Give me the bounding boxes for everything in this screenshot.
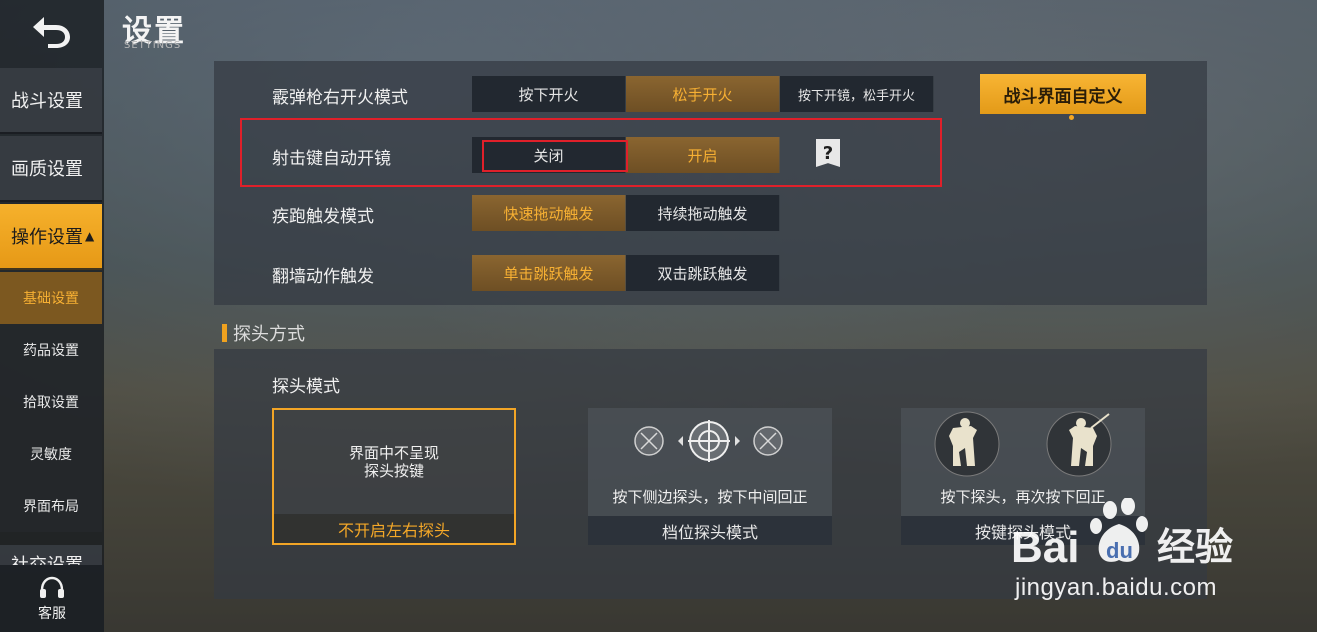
peek-card-name: 档位探头模式 [588, 516, 832, 545]
option-hold-drag[interactable]: 持续拖动触发 [626, 195, 780, 231]
sidebar-item-label: 操作设置 [11, 227, 83, 248]
customize-combat-ui-button[interactable]: 战斗界面自定义 [980, 74, 1146, 114]
lean-right-soldier-icon [1046, 411, 1112, 477]
customer-service-button[interactable]: 客服 [0, 565, 104, 632]
vault-trigger-selector: 单击跳跃触发 双击跳跃触发 [472, 255, 780, 291]
side-peek-right-icon [753, 426, 783, 456]
peek-section-title: 探头方式 [222, 320, 305, 346]
sidebar-subitem-label: 药品设置 [23, 343, 79, 359]
peek-mode-label: 探头模式 [272, 377, 340, 397]
section-accent-bar [222, 324, 227, 342]
side-peek-left-icon [634, 426, 664, 456]
sidebar-item-label: 社交设置 [11, 555, 83, 565]
peek-card-name: 不开启左右探头 [274, 514, 514, 543]
option-quick-drag[interactable]: 快速拖动触发 [472, 195, 626, 231]
brand-bai: Bai [1011, 523, 1079, 572]
sidebar-item-social[interactable]: 社交设置 [0, 545, 102, 565]
sprint-trigger-selector: 快速拖动触发 持续拖动触发 [472, 195, 780, 231]
watermark-url: jingyan.baidu.com [1015, 574, 1217, 601]
sidebar-subitem-medicine[interactable]: 药品设置 [0, 324, 102, 376]
lean-left-soldier-icon [934, 411, 1000, 477]
crosshair-icon [688, 420, 730, 462]
back-button[interactable] [0, 0, 104, 62]
peek-section-title-text: 探头方式 [233, 324, 305, 345]
sidebar-subitem-basic[interactable]: 基础设置 [0, 272, 102, 324]
option-single-tap-jump[interactable]: 单击跳跃触发 [472, 255, 626, 291]
headset-icon [40, 576, 64, 598]
sprint-trigger-label: 疾跑触发模式 [272, 207, 374, 227]
brand-product: 经验 [1157, 525, 1233, 569]
sidebar-item-combat[interactable]: 战斗设置 [0, 68, 102, 134]
shotgun-fire-label: 霰弹枪右开火模式 [272, 88, 408, 108]
notification-dot [1069, 115, 1074, 120]
desc-line: 探头按键 [363, 462, 424, 480]
option-press-fire[interactable]: 按下开火 [472, 76, 626, 112]
back-arrow-icon [33, 17, 70, 48]
highlight-option-box [482, 140, 628, 172]
option-double-tap-jump[interactable]: 双击跳跃触发 [626, 255, 780, 291]
customer-service-label: 客服 [38, 605, 66, 622]
sidebar-item-label: 战斗设置 [11, 91, 83, 112]
peek-card-desc: 界面中不呈现 探头按键 [274, 444, 514, 480]
sidebar-item-label: 画质设置 [11, 159, 83, 180]
sidebar-subitem-layout[interactable]: 界面布局 [0, 480, 102, 532]
sidebar-subitem-label: 界面布局 [23, 499, 79, 515]
peek-card-disabled[interactable]: 界面中不呈现 探头按键 不开启左右探头 [272, 408, 516, 545]
caret-up-icon: ▲ [85, 229, 95, 243]
shotgun-fire-selector: 按下开火 松手开火 按下开镜，松手开火 [472, 76, 934, 112]
page-subtitle: SETTINGS [124, 40, 182, 51]
baidu-watermark: Bai du 经验 [1005, 497, 1305, 578]
arrow-left-icon [678, 436, 683, 446]
sidebar-item-controls[interactable]: 操作设置 ▲ [0, 204, 102, 270]
vault-trigger-label: 翻墙动作触发 [272, 267, 374, 287]
peek-position-icons [634, 420, 783, 462]
option-release-fire[interactable]: 松手开火 [626, 76, 780, 112]
option-press-scope-release-fire[interactable]: 按下开镜，松手开火 [780, 76, 934, 112]
peek-card-position[interactable]: 按下侧边探头，按下中间回正 档位探头模式 [588, 408, 832, 545]
arrow-right-icon [735, 436, 740, 446]
peek-card-desc: 按下侧边探头，按下中间回正 [612, 488, 808, 506]
baidu-paw-logo: Bai du 经验 [1011, 497, 1233, 572]
sidebar-subitem-label: 基础设置 [23, 291, 79, 307]
brand-du: du [1106, 538, 1133, 563]
sidebar-subitem-label: 拾取设置 [23, 395, 79, 411]
sidebar: 战斗设置 画质设置 操作设置 ▲ 基础设置 药品设置 拾取设置 灵敏度 界面布局… [0, 0, 104, 632]
sidebar-item-graphics[interactable]: 画质设置 [0, 136, 102, 202]
peek-button-icons [934, 411, 1112, 477]
sidebar-subitem-label: 灵敏度 [30, 447, 72, 463]
desc-line: 界面中不呈现 [348, 444, 439, 462]
sidebar-subitem-pickup[interactable]: 拾取设置 [0, 376, 102, 428]
sidebar-subitem-sensitivity[interactable]: 灵敏度 [0, 428, 102, 480]
